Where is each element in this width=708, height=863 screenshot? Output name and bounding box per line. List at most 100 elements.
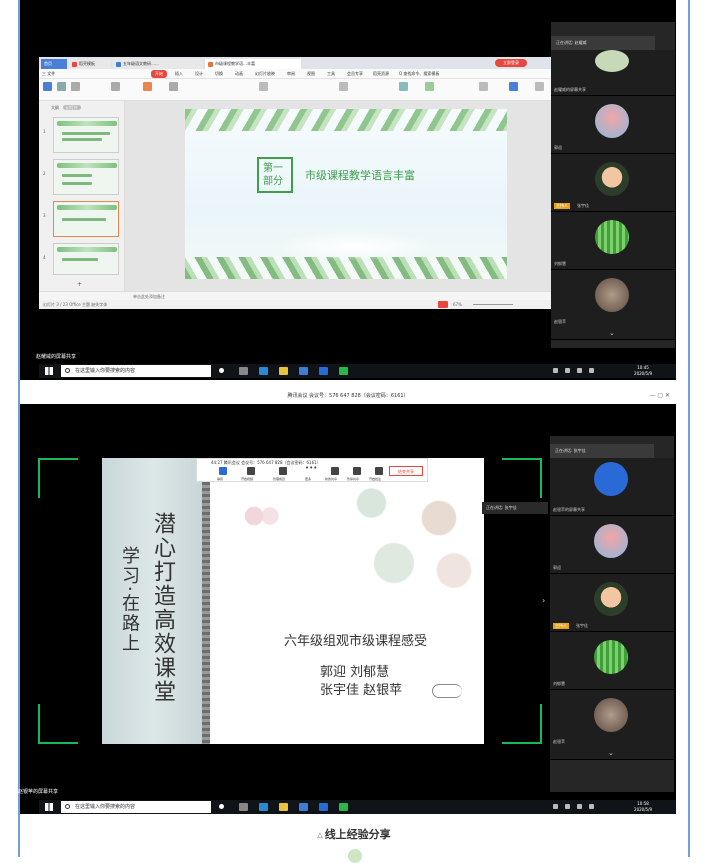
participant-tile[interactable]: 赵银苹 ⌄: [550, 690, 674, 760]
shape-icon[interactable]: [425, 82, 434, 91]
cortana-icon[interactable]: [219, 804, 224, 809]
tray-icon[interactable]: [565, 368, 570, 373]
scroll-edge: [202, 458, 210, 744]
menu-member[interactable]: 会员专享: [347, 70, 363, 78]
tray-icon[interactable]: [577, 804, 582, 809]
menu-transition[interactable]: 切换: [215, 70, 223, 78]
participant-name: 张宇佳: [577, 203, 589, 208]
menu-review[interactable]: 审阅: [287, 70, 295, 78]
slideshow-play-icon[interactable]: [438, 301, 448, 308]
annotate-icon[interactable]: [375, 467, 383, 475]
menu-animation[interactable]: 动画: [235, 70, 243, 78]
zoom-level[interactable]: 67%: [453, 300, 462, 309]
edge-icon[interactable]: [259, 367, 268, 375]
participant-tile[interactable]: 赵银苹 ⌄: [551, 270, 675, 340]
textbox-icon[interactable]: [399, 82, 408, 91]
new-slide-icon[interactable]: [143, 82, 152, 91]
slide-thumbnail[interactable]: [53, 159, 119, 195]
task-view-icon[interactable]: [239, 803, 248, 811]
current-slide[interactable]: 第一部分 市级课程教学语言丰富: [185, 109, 507, 279]
arrange-icon[interactable]: [479, 82, 488, 91]
wechat-icon[interactable]: [339, 367, 348, 375]
tray-icon[interactable]: [589, 804, 594, 809]
participant-name: 刘郁慧: [553, 681, 565, 686]
meeting-share-toolbar: 44:27 腾讯会议 会议号：576 647 828（会议密码：6161） 静音…: [196, 458, 428, 482]
tray-icon[interactable]: [577, 368, 582, 373]
tray-icon[interactable]: [565, 804, 570, 809]
windows-start-icon[interactable]: [45, 803, 53, 811]
members-icon[interactable]: [279, 467, 287, 475]
menu-design[interactable]: 设计: [195, 70, 203, 78]
menu-file[interactable]: 三 文件: [42, 70, 55, 78]
taskbar-clock[interactable]: 10:58 2020/5/9: [634, 801, 652, 813]
participant-tile[interactable]: 郭迎: [550, 516, 674, 574]
cut-icon[interactable]: [57, 82, 66, 91]
windows-start-icon[interactable]: [45, 367, 53, 375]
pause-share-icon[interactable]: [353, 467, 361, 475]
camera-icon[interactable]: [247, 467, 255, 475]
chevron-down-icon[interactable]: ⌄: [609, 329, 615, 337]
tab-doc-2[interactable]: 市级课程教学语…丰富: [205, 59, 301, 69]
menu-insert[interactable]: 插入: [175, 70, 183, 78]
menu-docer-res[interactable]: 稻壳资源: [373, 70, 389, 78]
format-painter-icon[interactable]: [71, 82, 80, 91]
layout-icon[interactable]: [169, 82, 178, 91]
file-explorer-icon[interactable]: [279, 367, 288, 375]
cortana-icon[interactable]: [219, 368, 224, 373]
edge-icon[interactable]: [259, 803, 268, 811]
menu-tools[interactable]: 工具: [327, 70, 335, 78]
slide-thumbnail-selected[interactable]: [53, 201, 119, 237]
tray-icon[interactable]: [553, 368, 558, 373]
play-icon[interactable]: [111, 82, 120, 91]
menu-view[interactable]: 视图: [307, 70, 315, 78]
participant-tile[interactable]: 刘郁慧: [551, 212, 675, 270]
select-icon[interactable]: [535, 82, 544, 91]
app-icon[interactable]: [299, 803, 308, 811]
paste-icon[interactable]: [43, 82, 52, 91]
menu-start[interactable]: 开始: [151, 70, 167, 78]
taskbar-search[interactable]: 在这里输入你要搜索的内容: [61, 801, 211, 813]
wps-tab-bar: 首页 稻壳模板 五年级语文教研…… 市级课程教学语…丰富 立即登录: [39, 57, 567, 69]
file-explorer-icon[interactable]: [279, 803, 288, 811]
slide-thumbnail[interactable]: [53, 243, 119, 275]
login-button[interactable]: 立即登录: [495, 59, 527, 67]
participant-name: 刘郁慧: [554, 261, 566, 266]
wechat-icon[interactable]: [339, 803, 348, 811]
meeting-app-icon[interactable]: [319, 367, 328, 375]
slide-thumbnail[interactable]: [53, 117, 119, 153]
participant-tile[interactable]: 主持人 张宇佳: [550, 574, 674, 632]
microphone-icon[interactable]: [219, 467, 227, 475]
slide-title: 市级课程教学语言丰富: [305, 169, 415, 182]
taskbar-search[interactable]: 在这里输入你要搜索的内容: [61, 365, 211, 377]
tray-icon[interactable]: [589, 368, 594, 373]
meeting-app-icon[interactable]: [319, 803, 328, 811]
tab-outline[interactable]: 大纲: [51, 105, 59, 110]
window-controls[interactable]: — ▢ ✕: [649, 389, 670, 403]
chevron-right-icon[interactable]: ›: [542, 596, 545, 605]
participant-tile[interactable]: 赵耀威的屏幕共享: [551, 50, 675, 96]
find-replace-icon[interactable]: [509, 82, 518, 91]
add-slide-button[interactable]: +: [77, 281, 82, 288]
tab-home[interactable]: 首页: [41, 59, 67, 69]
image-caption: △ 线上经验分享: [317, 828, 391, 841]
more-icon[interactable]: •••: [305, 464, 317, 472]
task-view-icon[interactable]: [239, 367, 248, 375]
font-box-icon[interactable]: [259, 82, 268, 91]
end-share-button[interactable]: 结束共享: [389, 466, 423, 476]
new-share-icon[interactable]: [331, 467, 339, 475]
command-search[interactable]: Q 查找命令、搜索模板: [399, 70, 439, 78]
app-icon[interactable]: [299, 367, 308, 375]
paragraph-icon[interactable]: [339, 82, 348, 91]
menu-slideshow[interactable]: 幻灯片放映: [255, 70, 275, 78]
participant-tile[interactable]: 主持人 张宇佳: [551, 154, 675, 212]
taskbar-clock[interactable]: 10:45 2020/5/9: [634, 365, 652, 377]
tab-docer[interactable]: 稻壳模板: [69, 59, 111, 69]
tab-slides[interactable]: 幻灯片: [62, 105, 81, 110]
zoom-slider[interactable]: [473, 304, 513, 305]
tab-doc-1[interactable]: 五年级语文教研……: [113, 59, 203, 69]
participant-tile[interactable]: 赵银苹的屏幕共享: [550, 458, 674, 516]
participant-tile[interactable]: 郭迎: [551, 96, 675, 154]
tray-icon[interactable]: [553, 804, 558, 809]
chevron-down-icon[interactable]: ⌄: [608, 749, 614, 757]
participant-tile[interactable]: 刘郁慧: [550, 632, 674, 690]
